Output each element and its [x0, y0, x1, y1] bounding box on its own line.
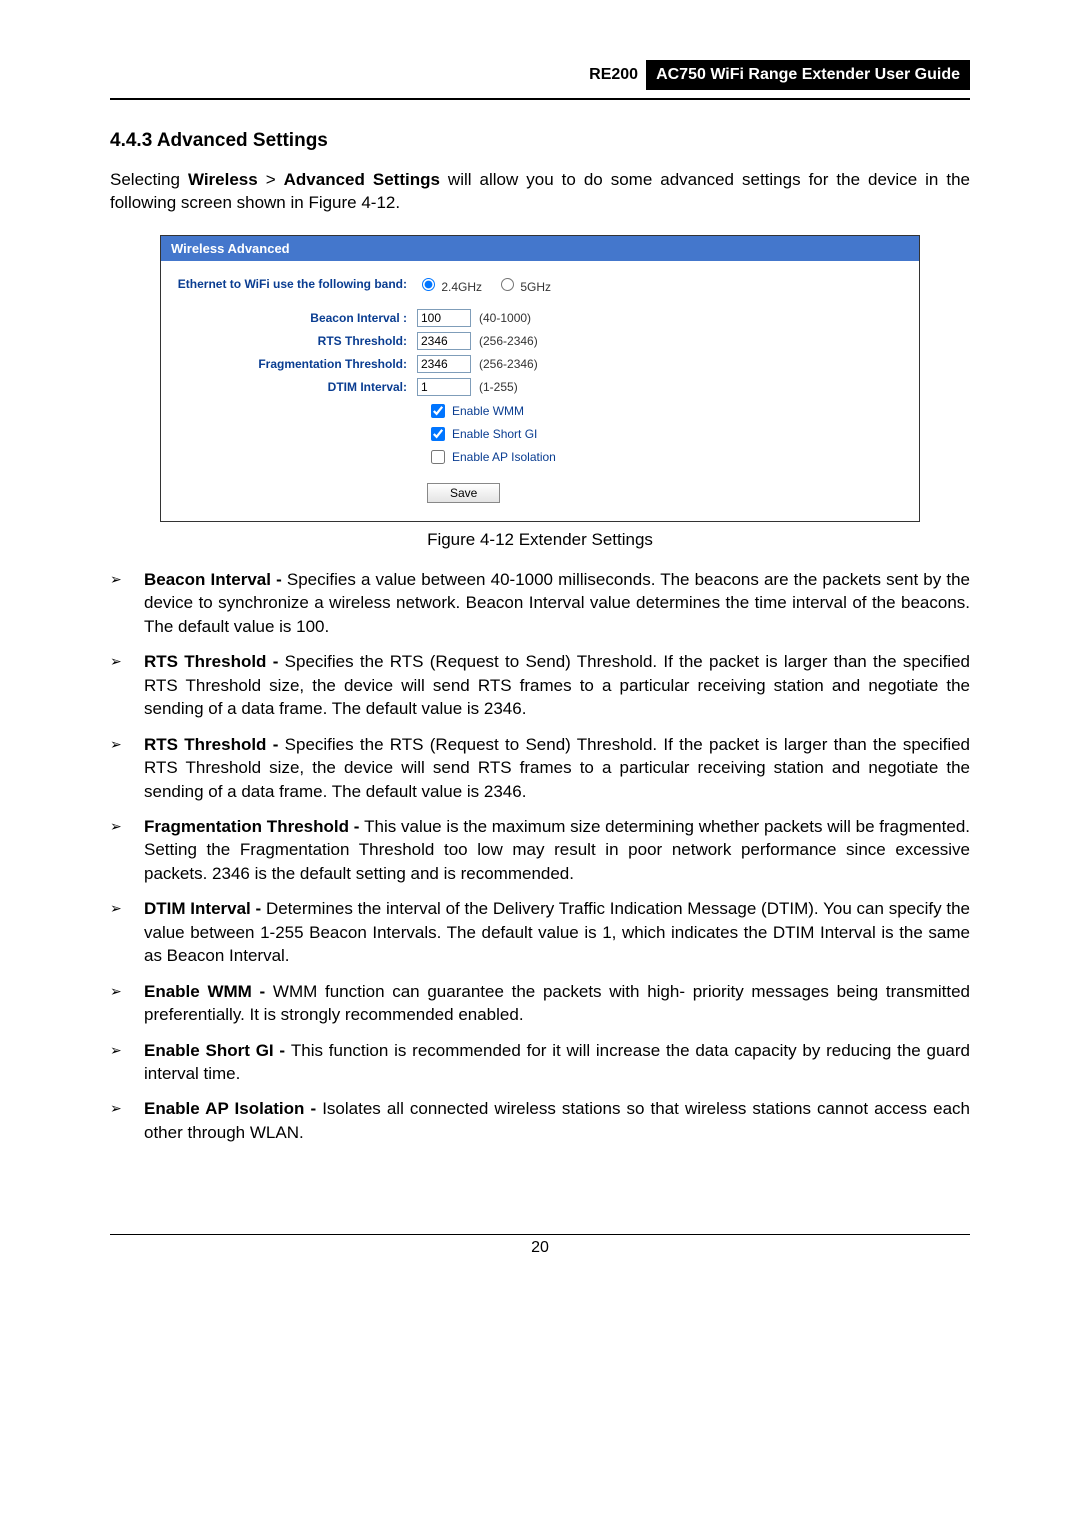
- dtim-interval-label: DTIM Interval:: [177, 380, 417, 394]
- radio-24ghz[interactable]: [422, 278, 435, 291]
- beacon-interval-range: (40-1000): [479, 311, 531, 325]
- rts-threshold-range: (256-2346): [479, 334, 538, 348]
- enable-wmm-checkbox[interactable]: [431, 404, 445, 418]
- enable-short-gi-checkbox[interactable]: [431, 427, 445, 441]
- bullet-arrow-icon: ➢: [110, 897, 144, 967]
- list-item: ➢RTS Threshold - Specifies the RTS (Requ…: [110, 650, 970, 720]
- fragmentation-threshold-label: Fragmentation Threshold:: [177, 357, 417, 371]
- header-guide-title: AC750 WiFi Range Extender User Guide: [646, 60, 970, 90]
- list-item: ➢Fragmentation Threshold - This value is…: [110, 815, 970, 885]
- header-model: RE200: [581, 60, 646, 90]
- radio-5ghz-label: 5GHz: [520, 280, 551, 294]
- intro-wireless: Wireless: [188, 170, 258, 189]
- radio-24ghz-label: 2.4GHz: [441, 280, 482, 294]
- fragmentation-threshold-range: (256-2346): [479, 357, 538, 371]
- bullet-arrow-icon: ➢: [110, 650, 144, 720]
- intro-text: Selecting: [110, 170, 188, 189]
- radio-24ghz-wrap[interactable]: 2.4GHz: [417, 275, 482, 294]
- bullet-body: Enable AP Isolation - Isolates all conne…: [144, 1097, 970, 1144]
- enable-ap-isolation-checkbox[interactable]: [431, 450, 445, 464]
- bullet-text: Determines the interval of the Delivery …: [144, 899, 970, 965]
- bullet-body: Enable WMM - WMM function can guarantee …: [144, 980, 970, 1027]
- enable-ap-isolation-label: Enable AP Isolation: [452, 450, 556, 464]
- bullet-arrow-icon: ➢: [110, 815, 144, 885]
- list-item: ➢DTIM Interval - Determines the interval…: [110, 897, 970, 967]
- save-button[interactable]: Save: [427, 483, 500, 503]
- bullet-body: DTIM Interval - Determines the interval …: [144, 897, 970, 967]
- dtim-interval-range: (1-255): [479, 380, 518, 394]
- bullet-arrow-icon: ➢: [110, 1039, 144, 1086]
- bullet-body: RTS Threshold - Specifies the RTS (Reque…: [144, 733, 970, 803]
- page-header: RE200 AC750 WiFi Range Extender User Gui…: [110, 60, 970, 90]
- bullet-title: Beacon Interval -: [144, 570, 287, 589]
- bullet-title: Enable AP Isolation -: [144, 1099, 322, 1118]
- intro-sep: >: [258, 170, 284, 189]
- list-item: ➢Enable WMM - WMM function can guarantee…: [110, 980, 970, 1027]
- bullet-title: DTIM Interval -: [144, 899, 266, 918]
- bullet-title: RTS Threshold -: [144, 735, 285, 754]
- bullet-list: ➢Beacon Interval - Specifies a value bet…: [110, 568, 970, 1145]
- bullet-body: RTS Threshold - Specifies the RTS (Reque…: [144, 650, 970, 720]
- list-item: ➢Enable Short GI - This function is reco…: [110, 1039, 970, 1086]
- bullet-body: Beacon Interval - Specifies a value betw…: [144, 568, 970, 638]
- rts-threshold-label: RTS Threshold:: [177, 334, 417, 348]
- footer-divider: [110, 1234, 970, 1235]
- bullet-arrow-icon: ➢: [110, 1097, 144, 1144]
- header-divider: [110, 98, 970, 100]
- panel-title-bar: Wireless Advanced: [161, 236, 919, 261]
- enable-wmm-label: Enable WMM: [452, 404, 524, 418]
- bullet-title: RTS Threshold -: [144, 652, 285, 671]
- rts-threshold-input[interactable]: [417, 332, 471, 350]
- bullet-arrow-icon: ➢: [110, 733, 144, 803]
- list-item: ➢RTS Threshold - Specifies the RTS (Requ…: [110, 733, 970, 803]
- figure-caption: Figure 4-12 Extender Settings: [110, 530, 970, 550]
- bullet-title: Fragmentation Threshold -: [144, 817, 364, 836]
- wireless-advanced-panel: Wireless Advanced Ethernet to WiFi use t…: [160, 235, 920, 522]
- bullet-title: Enable Short GI -: [144, 1041, 291, 1060]
- ethernet-band-label: Ethernet to WiFi use the following band:: [177, 277, 417, 291]
- radio-5ghz[interactable]: [501, 278, 514, 291]
- intro-advanced: Advanced Settings: [284, 170, 440, 189]
- section-heading: 4.4.3 Advanced Settings: [110, 130, 970, 152]
- bullet-title: Enable WMM -: [144, 982, 273, 1001]
- bullet-arrow-icon: ➢: [110, 568, 144, 638]
- beacon-interval-input[interactable]: [417, 309, 471, 327]
- radio-5ghz-wrap[interactable]: 5GHz: [496, 275, 551, 294]
- fragmentation-threshold-input[interactable]: [417, 355, 471, 373]
- enable-short-gi-label: Enable Short GI: [452, 427, 537, 441]
- list-item: ➢Beacon Interval - Specifies a value bet…: [110, 568, 970, 638]
- page-number: 20: [110, 1239, 970, 1257]
- list-item: ➢Enable AP Isolation - Isolates all conn…: [110, 1097, 970, 1144]
- dtim-interval-input[interactable]: [417, 378, 471, 396]
- bullet-body: Enable Short GI - This function is recom…: [144, 1039, 970, 1086]
- section-intro: Selecting Wireless > Advanced Settings w…: [110, 169, 970, 215]
- bullet-body: Fragmentation Threshold - This value is …: [144, 815, 970, 885]
- bullet-arrow-icon: ➢: [110, 980, 144, 1027]
- beacon-interval-label: Beacon Interval :: [177, 311, 417, 325]
